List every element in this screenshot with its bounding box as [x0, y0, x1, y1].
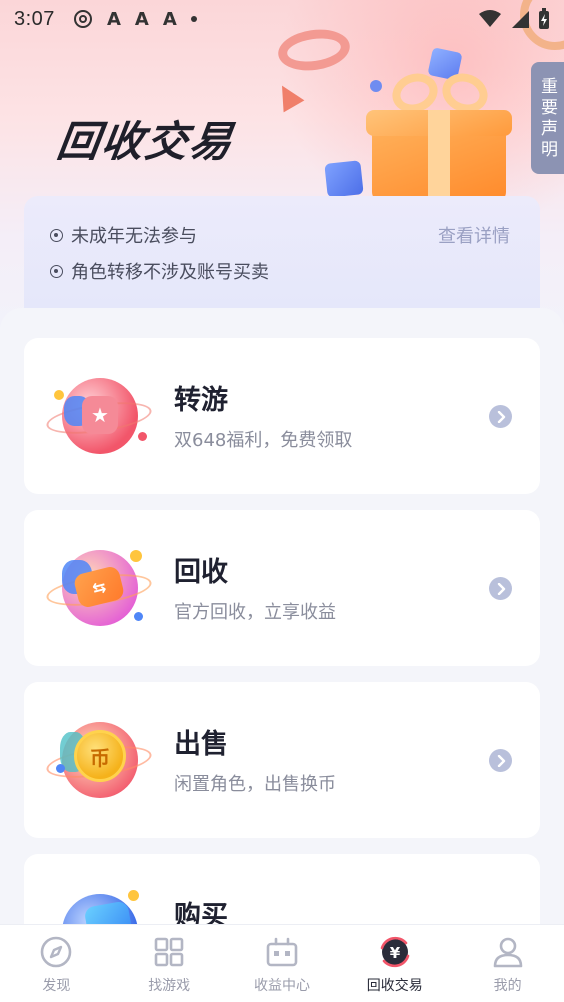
- nav-recycle-trade[interactable]: ¥ 回收交易: [338, 925, 451, 1002]
- chevron-right-icon[interactable]: [489, 577, 512, 600]
- status-bar: 3:07 A A A: [0, 0, 564, 38]
- font-a-icon: A: [162, 8, 177, 30]
- disc-icon: [73, 10, 92, 28]
- battery-charging-icon: [539, 8, 549, 29]
- star-bag-icon: ★: [44, 374, 154, 458]
- nav-me[interactable]: 我的: [451, 925, 564, 1002]
- status-left-icons: A A A: [73, 9, 197, 30]
- feature-card-transfer[interactable]: ★ 转游 双648福利，免费领取: [24, 338, 540, 494]
- nav-label: 收益中心: [253, 978, 310, 994]
- view-details-link[interactable]: 查看详情: [438, 222, 510, 248]
- coin-icon: 币: [44, 718, 154, 802]
- chevron-right-icon[interactable]: [489, 749, 512, 772]
- decor-cube: [324, 160, 364, 198]
- chevron-right-icon[interactable]: [489, 405, 512, 428]
- gift-box-illustration: [366, 67, 512, 202]
- yuan-exchange-icon: ¥: [380, 936, 410, 968]
- decor-dot: [370, 80, 382, 92]
- exchange-ticket-icon: ⇆: [44, 546, 154, 630]
- font-a-icon: A: [134, 8, 149, 30]
- feature-title: 转游: [174, 385, 228, 416]
- signal-icon: [512, 11, 529, 28]
- nav-label: 找游戏: [148, 978, 191, 994]
- bullet-icon: [50, 228, 63, 242]
- nav-earnings[interactable]: 收益中心: [226, 925, 339, 1002]
- nav-label: 回收交易: [366, 978, 423, 994]
- wifi-icon: [479, 10, 501, 27]
- page-title: 回收交易: [54, 117, 238, 166]
- robot-icon: [266, 937, 298, 967]
- font-a-icon: A: [106, 8, 121, 30]
- status-time: 3:07: [14, 7, 55, 30]
- notice-line: 未成年无法参与: [50, 222, 197, 248]
- feature-title: 出售: [174, 729, 228, 760]
- bottom-nav: 发现 找游戏 收益中心 ¥ 回收交易 我的: [0, 924, 564, 1002]
- user-icon: [493, 937, 522, 968]
- notice-text: 角色转移不涉及账号买卖: [71, 262, 269, 283]
- compass-icon: [41, 936, 72, 968]
- feature-subtitle: 双648福利，免费领取: [174, 430, 353, 451]
- feature-title: 回收: [174, 557, 228, 588]
- status-right-icons: [478, 8, 550, 30]
- nav-discover[interactable]: 发现: [0, 925, 113, 1002]
- nav-label: 发现: [42, 978, 71, 994]
- feature-card-sell[interactable]: 币 出售 闲置角色，出售换币: [24, 682, 540, 838]
- nav-find-games[interactable]: 找游戏: [113, 925, 226, 1002]
- dot-icon: [190, 16, 197, 22]
- nav-label: 我的: [493, 978, 522, 994]
- important-notice-tab[interactable]: 重要声明: [531, 62, 564, 174]
- svg-text:¥: ¥: [390, 944, 401, 962]
- feature-subtitle: 闲置角色，出售换币: [174, 774, 336, 795]
- grid-icon: [154, 937, 184, 967]
- main-content: ★ 转游 双648福利，免费领取 ⇆ 回收 官方回收，立享收益 币 出售 闲置角…: [0, 308, 564, 1002]
- bullet-icon: [50, 264, 63, 278]
- feature-subtitle: 官方回收，立享收益: [174, 602, 336, 623]
- notice-text: 未成年无法参与: [71, 226, 197, 247]
- feature-card-recycle[interactable]: ⇆ 回收 官方回收，立享收益: [24, 510, 540, 666]
- notice-line: 角色转移不涉及账号买卖: [50, 258, 269, 284]
